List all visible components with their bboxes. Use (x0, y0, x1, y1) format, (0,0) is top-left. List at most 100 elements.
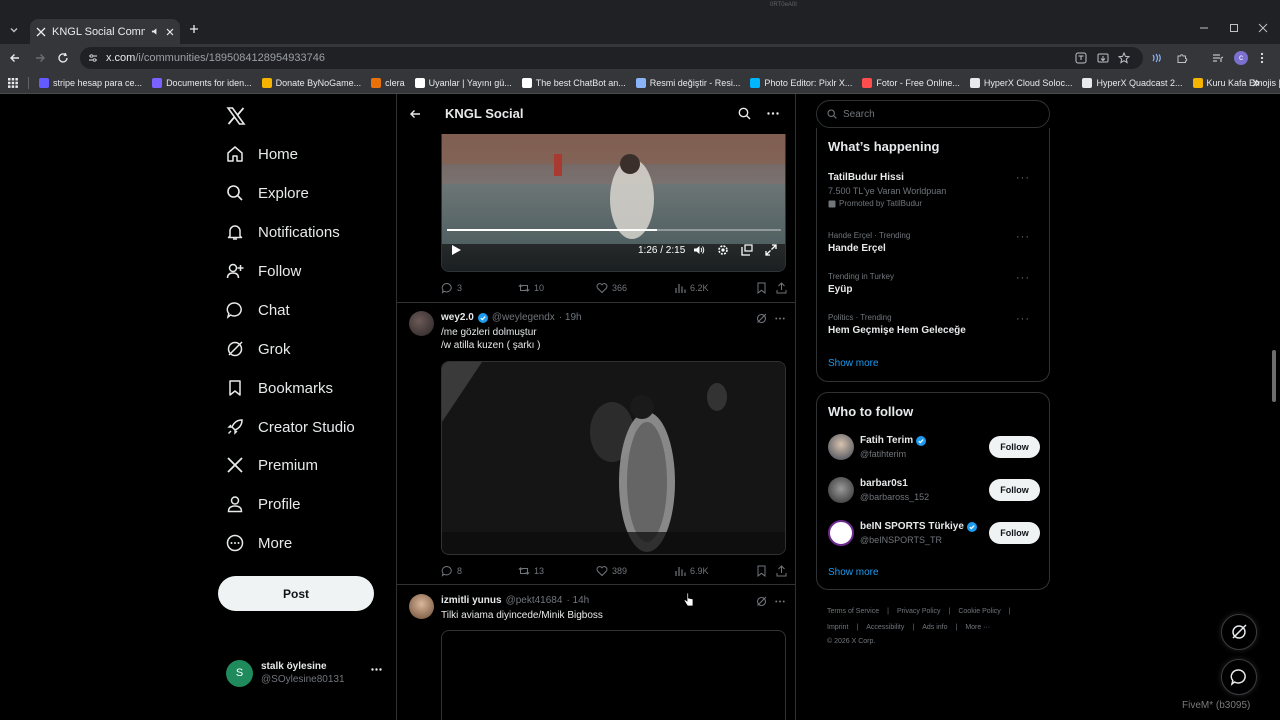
bookmark-item[interactable]: Donate ByNoGame... (261, 77, 361, 88)
maximize-button[interactable] (1229, 22, 1239, 36)
trend-item[interactable]: Hande Erçel · Trending Hande Erçel ··· (828, 231, 1040, 254)
footer-link[interactable]: Imprint (827, 624, 848, 631)
translate-icon[interactable] (1075, 52, 1087, 64)
nav-premium[interactable]: Premium (226, 450, 318, 480)
follow-suggestion[interactable]: Fatih Terim @fatihterim Follow (828, 434, 1040, 464)
tweet-video-player[interactable]: 1:26 / 2:15 (441, 124, 786, 272)
trend-item[interactable]: Politics · Trending Hem Geçmişe Hem Gele… (828, 313, 1040, 336)
footer-link[interactable]: Terms of Service (827, 608, 879, 615)
footer-link[interactable]: More ··· (965, 624, 990, 631)
bookmark-item[interactable]: Documents for iden... (152, 77, 252, 88)
tweet-author-handle[interactable]: @weylegendx (492, 312, 555, 323)
more-dots-icon[interactable] (371, 668, 382, 671)
x-logo-icon[interactable] (226, 106, 246, 126)
more-dots-icon[interactable]: ··· (1016, 313, 1030, 325)
avatar[interactable] (409, 311, 434, 336)
video-progress-track[interactable] (447, 229, 781, 231)
volume-icon[interactable] (693, 244, 705, 256)
forward-icon[interactable] (34, 52, 46, 64)
more-dots-icon[interactable]: ··· (1016, 172, 1030, 184)
close-window-button[interactable] (1258, 22, 1268, 36)
tweet-video-player[interactable] (441, 630, 786, 720)
nav-follow[interactable]: Follow (226, 256, 301, 286)
tweet-author-name[interactable]: izmitli yunus (441, 595, 502, 606)
extension-icon[interactable] (1151, 52, 1163, 64)
bookmark-item[interactable]: Resmi değiştir - Resi... (635, 77, 740, 88)
new-tab-icon[interactable] (189, 24, 199, 34)
grok-floating-button[interactable] (1221, 614, 1257, 650)
bookmark-item[interactable]: The best ChatBot an... (521, 77, 626, 88)
reload-icon[interactable] (57, 52, 69, 64)
like-button[interactable]: 389 (596, 565, 674, 577)
address-bar[interactable]: x.com/i/communities/1895084128954933746 (80, 47, 1143, 69)
avatar[interactable] (409, 594, 434, 619)
bookmark-item[interactable]: clera (371, 77, 405, 88)
grok-icon[interactable] (756, 596, 767, 607)
more-dots-icon[interactable] (775, 317, 785, 320)
account-switcher[interactable]: S stalk öylesine @SOylesine80131 (226, 656, 386, 690)
trend-item[interactable]: TatilBudur Hissi 7.500 TL'ye Varan World… (828, 172, 1040, 208)
post-button[interactable]: Post (218, 576, 374, 611)
messages-floating-button[interactable] (1221, 659, 1257, 695)
footer-link[interactable]: Ads info (922, 624, 947, 631)
more-dots-icon[interactable]: ··· (1016, 231, 1030, 243)
follow-suggestion[interactable]: barbar0s1 @barbaross_152 Follow (828, 477, 1040, 507)
tweet-author-handle[interactable]: @pekt41684 (506, 595, 563, 606)
views-button[interactable]: 6.2K (674, 282, 756, 294)
media-control-icon[interactable] (1212, 52, 1224, 64)
reply-button[interactable]: 8 (441, 565, 518, 577)
views-button[interactable]: 6.9K (674, 565, 756, 577)
bookmarks-overflow-icon[interactable] (1251, 78, 1261, 88)
fullscreen-icon[interactable] (765, 244, 777, 256)
share-button[interactable] (776, 282, 787, 294)
bookmark-item[interactable]: Photo Editor: Pixlr X... (750, 77, 852, 88)
bookmark-item[interactable]: Uyanlar | Yayını gü... (414, 77, 512, 88)
repost-button[interactable]: 10 (518, 282, 596, 294)
bookmark-item[interactable]: Fotor - Free Online... (862, 77, 960, 88)
like-button[interactable]: 366 (596, 282, 674, 294)
nav-bookmarks[interactable]: Bookmarks (226, 373, 333, 403)
back-icon[interactable] (9, 52, 21, 64)
bookmark-item[interactable]: stripe hesap para ce... (39, 77, 142, 88)
play-icon[interactable] (451, 244, 462, 256)
page-scrollbar[interactable] (1272, 350, 1276, 402)
nav-home[interactable]: Home (226, 139, 298, 169)
share-button[interactable] (776, 565, 787, 577)
nav-creator-studio[interactable]: Creator Studio (226, 412, 355, 442)
show-more-link[interactable]: Show more (828, 358, 879, 369)
minimize-button[interactable] (1199, 22, 1209, 36)
browser-menu-icon[interactable] (1260, 52, 1264, 64)
search-input[interactable]: Search (816, 100, 1050, 128)
more-dots-icon[interactable]: ··· (1016, 272, 1030, 284)
settings-gear-icon[interactable] (717, 244, 729, 256)
bookmark-star-icon[interactable] (1118, 52, 1130, 64)
tweet-time[interactable]: · 14h (566, 595, 589, 606)
back-arrow-icon[interactable] (409, 108, 421, 120)
bookmark-item[interactable]: HyperX Cloud Soloc... (969, 77, 1072, 88)
nav-chat[interactable]: Chat (226, 295, 290, 325)
install-app-icon[interactable] (1097, 52, 1109, 64)
speaker-icon[interactable] (151, 27, 160, 36)
nav-grok[interactable]: Grok (226, 334, 291, 364)
bookmark-item[interactable]: Kuru Kafa Emojis |... (1192, 77, 1280, 88)
footer-link[interactable]: Cookie Policy (958, 608, 1000, 615)
nav-profile[interactable]: Profile (226, 489, 301, 519)
search-icon[interactable] (738, 107, 751, 120)
tweet-video-player[interactable] (441, 361, 786, 555)
browser-tab-active[interactable]: KNGL Social Community / X (30, 19, 180, 44)
bookmark-item[interactable]: HyperX Quadcast 2... (1082, 77, 1183, 88)
site-info-icon[interactable] (88, 53, 98, 63)
profile-avatar[interactable]: c (1234, 51, 1248, 65)
grok-icon[interactable] (756, 313, 767, 324)
trend-item[interactable]: Trending in Turkey Eyüp ··· (828, 272, 1040, 295)
follow-suggestion[interactable]: beIN SPORTS Türkiye @beINSPORTS_TR Follo… (828, 520, 1040, 550)
tweet-time[interactable]: · 19h (559, 312, 582, 323)
footer-link[interactable]: Accessibility (866, 624, 904, 631)
nav-more[interactable]: More (226, 528, 292, 558)
follow-button[interactable]: Follow (989, 479, 1040, 501)
pip-icon[interactable] (741, 244, 753, 256)
more-dots-icon[interactable] (775, 600, 785, 603)
tweet-author-name[interactable]: wey2.0 (441, 312, 474, 323)
nav-explore[interactable]: Explore (226, 178, 309, 208)
close-tab-icon[interactable] (166, 28, 174, 36)
